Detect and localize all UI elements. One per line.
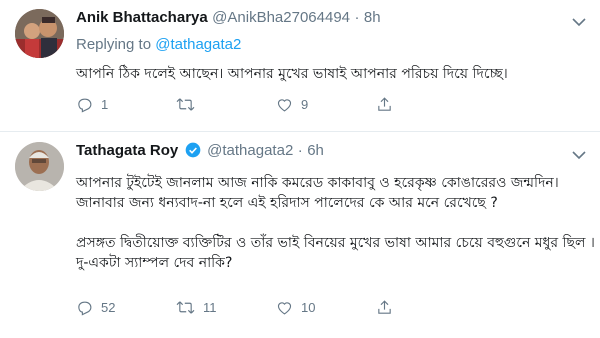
like-button[interactable]: 10	[276, 299, 376, 316]
reply-count: 1	[101, 97, 109, 112]
tweet-actions: 1 9	[76, 96, 476, 113]
reply-icon	[78, 98, 92, 113]
like-button[interactable]: 9	[276, 96, 376, 113]
user-handle[interactable]: @AnikBha27064494	[212, 9, 350, 26]
tweet-text: আপনার টুইটেই জানলাম আজ নাকি কমরেড কাকাবা…	[76, 175, 595, 271]
avatar[interactable]	[15, 9, 64, 58]
separator-dot: ·	[297, 142, 303, 159]
like-count: 9	[301, 97, 309, 112]
display-name[interactable]: Tathagata Roy	[76, 142, 178, 159]
reply-count: 52	[101, 300, 116, 315]
timestamp[interactable]: 6h	[307, 142, 324, 159]
like-icon	[277, 302, 292, 315]
like-count: 10	[301, 300, 316, 315]
replying-label: Replying to	[76, 36, 156, 53]
share-icon	[378, 300, 391, 314]
chevron-down-icon[interactable]	[572, 145, 586, 164]
retweet-button[interactable]	[176, 96, 276, 113]
tweet-header: Anik Bhattacharya @AnikBha27064494 · 8h	[76, 9, 381, 26]
tweet-anik[interactable]: Anik Bhattacharya @AnikBha27064494 · 8h …	[0, 0, 600, 128]
separator-dot: ·	[354, 9, 360, 26]
retweet-button[interactable]: 11	[176, 299, 276, 316]
share-icon	[378, 97, 391, 111]
tweet-tathagata[interactable]: Tathagata Roy @tathagata2 · 6h আপনার টুই…	[0, 133, 600, 338]
retweet-icon	[176, 301, 195, 314]
user-handle[interactable]: @tathagata2	[207, 142, 293, 159]
mention-link[interactable]: @tathagata2	[155, 36, 241, 53]
tweet-divider	[0, 131, 600, 132]
reply-button[interactable]: 52	[76, 299, 176, 316]
retweet-icon	[176, 98, 195, 111]
reply-icon	[78, 301, 92, 316]
reply-button[interactable]: 1	[76, 96, 176, 113]
verified-badge-icon	[185, 142, 201, 162]
like-icon	[277, 99, 292, 112]
timestamp[interactable]: 8h	[364, 9, 381, 26]
replying-to: Replying to @tathagata2	[76, 36, 241, 53]
display-name[interactable]: Anik Bhattacharya	[76, 9, 208, 26]
tweet-header: Tathagata Roy @tathagata2 · 6h	[76, 142, 324, 162]
retweet-count: 11	[203, 300, 217, 315]
share-button[interactable]	[376, 299, 476, 316]
tweet-text: আপনি ঠিক দলেই আছেন। আপনার মুখের ভাষাই আপ…	[76, 66, 508, 82]
tweet-actions: 52 11 10	[76, 299, 476, 316]
avatar[interactable]	[15, 142, 64, 191]
share-button[interactable]	[376, 96, 476, 113]
chevron-down-icon[interactable]	[572, 12, 586, 31]
